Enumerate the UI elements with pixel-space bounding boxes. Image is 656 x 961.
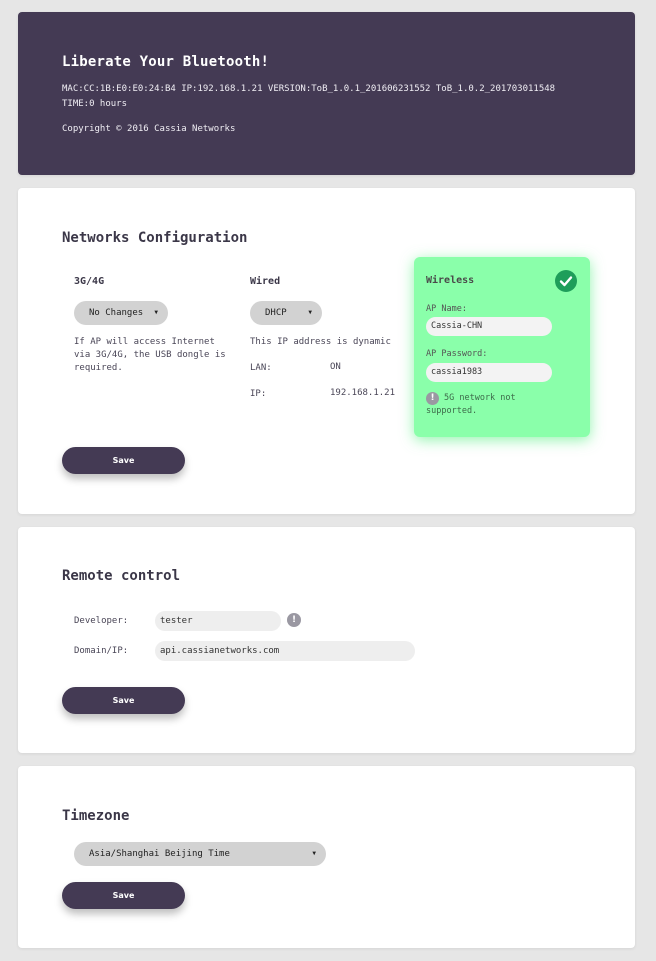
ip-label: IP: [250,389,267,399]
device-info-line: MAC:CC:1B:E0:E0:24:B4 IP:192.168.1.21 VE… [62,84,556,94]
remote-control-card: Remote control Developer: ! Domain/IP: S… [18,527,635,753]
header-banner: Liberate Your Bluetooth! MAC:CC:1B:E0:E0… [18,12,635,175]
ap-name-input[interactable] [426,317,552,336]
ap-name-label: AP Name: [426,304,467,314]
cellular-title: 3G/4G [74,276,105,287]
developer-input[interactable] [155,611,281,631]
page-title: Liberate Your Bluetooth! [62,54,270,70]
wireless-title: Wireless [426,275,475,286]
domain-label: Domain/IP: [74,646,129,656]
chevron-down-icon: ▼ [312,850,316,857]
wireless-panel[interactable]: Wireless AP Name: AP Password: ! 5G netw… [414,257,590,437]
networks-save-button[interactable]: Save [62,447,185,474]
developer-label: Developer: [74,616,129,626]
copyright-text: Copyright © 2016 Cassia Networks [62,124,236,134]
info-icon[interactable]: ! [287,613,301,627]
timezone-card: Timezone Asia/Shanghai Beijing Time ▼ Sa… [18,766,635,948]
timezone-section-title: Timezone [62,808,130,824]
timezone-save-button[interactable]: Save [62,882,185,909]
timezone-value: Asia/Shanghai Beijing Time [89,849,230,859]
wired-mode-select[interactable]: DHCP ▼ [250,301,322,325]
ip-value: 192.168.1.21 [330,388,396,398]
cellular-mode-select[interactable]: No Changes ▼ [74,301,168,325]
timezone-select[interactable]: Asia/Shanghai Beijing Time ▼ [74,842,326,866]
ap-password-input[interactable] [426,363,552,382]
cellular-mode-value: No Changes [89,308,144,318]
wired-title: Wired [250,276,281,287]
lan-label: LAN: [250,363,272,373]
remote-save-button[interactable]: Save [62,687,185,714]
uptime-line: TIME:0 hours [62,99,128,109]
check-circle-icon [555,270,577,292]
chevron-down-icon: ▼ [154,309,158,316]
lan-value: ON [330,362,341,372]
ap-password-label: AP Password: [426,349,488,359]
networks-section-title: Networks Configuration [62,230,248,246]
chevron-down-icon: ▼ [308,309,312,316]
networks-configuration-card: Networks Configuration 3G/4G No Changes … [18,188,635,514]
wired-note: This IP address is dynamic [250,337,391,347]
5g-warning-text: 5G network not supported. [426,393,516,416]
remote-section-title: Remote control [62,568,181,584]
wired-mode-value: DHCP [265,308,287,318]
domain-input[interactable] [155,641,415,661]
cellular-note: If AP will access Internet via 3G/4G, th… [74,337,226,373]
